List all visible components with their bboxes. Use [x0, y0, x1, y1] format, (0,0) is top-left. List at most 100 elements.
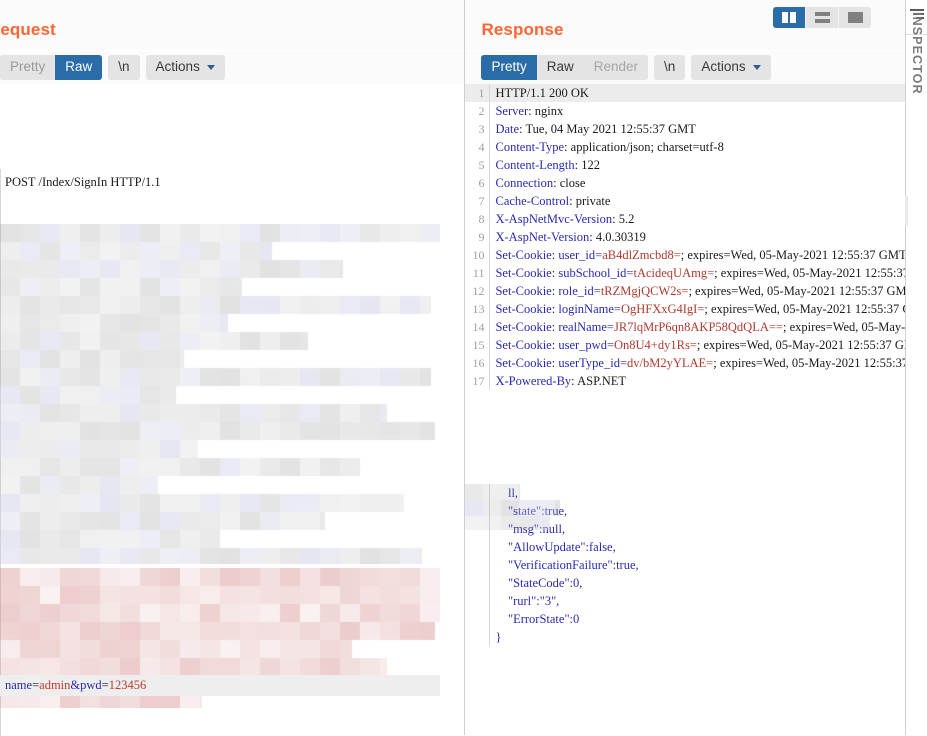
header-name: Set-Cookie	[495, 302, 552, 316]
line-number: 3	[478, 122, 485, 136]
header-name: Set-Cookie	[495, 266, 552, 280]
header-text: Content-Type: application/json; charset=…	[490, 138, 723, 156]
cookie-attributes: ; expires=Wed, 05-May-2021 12:55:37 GMT;	[688, 284, 905, 298]
json-gutter	[465, 556, 489, 574]
response-actions-label: Actions	[701, 59, 746, 74]
line-number: 17	[472, 374, 485, 388]
cookie-attributes: ; expires=Wed, 05-May-2021 12:55:37	[714, 266, 905, 280]
header-value: 5.2	[615, 212, 635, 226]
response-header-line: 10 Set-Cookie: user_id=aB4dlZmcbd8=; expi…	[465, 246, 905, 264]
request-actions-button[interactable]: Actions	[145, 55, 225, 80]
param-amp: &	[70, 678, 81, 692]
redacted-request-headers-lower	[0, 532, 440, 736]
request-actions-label: Actions	[155, 59, 200, 74]
response-header-line: 11 Set-Cookie: subSchool_id=tAcideqUAmg=;…	[465, 264, 905, 282]
json-text: "rurl":"3",	[495, 594, 560, 608]
response-topbar: Response	[465, 0, 905, 51]
response-header-line: 16 Set-Cookie: userType_id=dv/bM2yYLAE=; …	[465, 354, 905, 372]
header-name: Date	[495, 122, 520, 136]
cookie-value: JR7lqMrP6qn8AKP58QdQLA==	[613, 320, 783, 334]
json-text: "StateCode":0,	[495, 576, 583, 590]
request-title: Request	[0, 20, 56, 39]
header-name: X-AspNetMvc-Version	[495, 212, 613, 226]
inspector-rail[interactable]: INSPECTOR	[905, 0, 927, 735]
request-tab-pretty[interactable]: Pretty	[0, 55, 56, 80]
request-tab-raw[interactable]: Raw	[55, 55, 103, 80]
header-text: X-AspNet-Version: 4.0.30319	[490, 228, 645, 246]
response-header-line: 3 Date: Tue, 04 May 2021 12:55:37 GMT	[465, 120, 905, 138]
header-text: Connection: close	[490, 174, 585, 192]
param-pwd-key: pwd	[80, 678, 102, 692]
header-name: Content-Length	[495, 158, 575, 172]
request-body-editor[interactable]: POST /Index/SignIn HTTP/1.1 name=admin&p…	[0, 84, 465, 736]
header-text: Cache-Control: private	[490, 192, 610, 210]
response-header-line: 13 Set-Cookie: loginName=OgHFXxG4IgI=; ex…	[465, 300, 905, 318]
response-header-line: 8 X-AspNetMvc-Version: 5.2	[465, 210, 905, 228]
response-tab-pretty[interactable]: Pretty	[481, 55, 537, 80]
cookie-value: On8U4+dy1Rs=	[614, 338, 697, 352]
request-tabstrip: Pretty Raw \n Actions	[0, 51, 465, 84]
response-json-line: "VerificationFailure":true,	[465, 556, 905, 574]
header-value: 4.0.30319	[592, 230, 646, 244]
header-text: Date: Tue, 04 May 2021 12:55:37 GMT	[490, 120, 695, 138]
cookie-value: tRZMgjQCW2s=	[600, 284, 689, 298]
response-tab-render[interactable]: Render	[583, 55, 649, 80]
json-gutter	[465, 574, 489, 592]
param-eq-2: =	[101, 678, 109, 692]
header-value: 122	[578, 158, 600, 172]
line-number: 16	[472, 356, 485, 370]
header-name: Connection	[495, 176, 554, 190]
header-name: Set-Cookie	[495, 248, 552, 262]
side-by-side-view-button[interactable]	[773, 7, 806, 28]
cookie-name: loginName=	[555, 302, 621, 316]
split-columns-icon	[782, 12, 796, 23]
response-view-mode-group: Pretty Raw Render	[481, 55, 649, 80]
response-tabstrip: Pretty Raw Render \n Actions	[465, 51, 905, 84]
line-number: 6	[478, 176, 485, 190]
json-text: "VerificationFailure":true,	[495, 558, 639, 572]
json-text: "ErrorState":0	[495, 612, 580, 626]
response-header-line: 4 Content-Type: application/json; charset…	[465, 138, 905, 156]
param-name-key: name	[5, 678, 33, 692]
single-pane-icon	[847, 12, 863, 23]
request-body-params: name=admin&pwd=123456	[0, 675, 440, 696]
response-header-line: 12 Set-Cookie: role_id=tRZMgjQCW2s=; expi…	[465, 282, 905, 300]
cookie-value: dv/bM2yYLAE=	[627, 356, 714, 370]
request-newline-button[interactable]: \n	[108, 55, 140, 80]
header-text: Content-Length: 122	[490, 156, 600, 174]
header-name: X-Powered-By	[495, 374, 572, 388]
response-tab-raw[interactable]: Raw	[536, 55, 584, 80]
json-text: "AllowUpdate":false,	[495, 540, 616, 554]
inspector-tab-marker	[905, 196, 908, 226]
inspector-label: INSPECTOR	[910, 12, 924, 95]
response-header-line: 6 Connection: close	[465, 174, 905, 192]
json-gutter	[465, 592, 489, 610]
request-view-mode-group: Pretty Raw	[0, 55, 103, 80]
cookie-value: aB4dlZmcbd8=	[602, 248, 681, 262]
layout-toggle-group	[773, 7, 871, 28]
cookie-name: role_id=	[555, 284, 601, 298]
header-name: Set-Cookie	[495, 284, 552, 298]
header-text: HTTP/1.1 200 OK	[495, 86, 589, 100]
header-text: Set-Cookie: role_id=tRZMgjQCW2s=; expire…	[490, 282, 905, 300]
line-number: 8	[478, 212, 485, 226]
response-actions-button[interactable]: Actions	[691, 55, 771, 80]
line-number: 2	[478, 104, 485, 118]
cookie-name: user_pwd=	[555, 338, 614, 352]
response-header-line: 9 X-AspNet-Version: 4.0.30319	[465, 228, 905, 246]
param-pwd-value: 123456	[108, 678, 147, 692]
line-number: 14	[472, 320, 485, 334]
cookie-attributes: ; expires=Wed, 05-May-2021 12:55:37 G	[713, 356, 905, 370]
param-name-value: admin	[39, 678, 71, 692]
single-view-button[interactable]	[839, 7, 871, 28]
response-newline-button[interactable]: \n	[654, 55, 686, 80]
stacked-view-button[interactable]	[806, 7, 839, 28]
header-name: Set-Cookie	[495, 356, 552, 370]
header-name: Set-Cookie	[495, 320, 552, 334]
request-topbar: Request	[0, 0, 465, 51]
response-json-line: "AllowUpdate":false,	[465, 538, 905, 556]
header-value: private	[572, 194, 611, 208]
response-body-viewer[interactable]: 1 HTTP/1.1 200 OK 2 Server: nginx 3 Date: Tue…	[465, 84, 905, 736]
header-text: X-AspNetMvc-Version: 5.2	[490, 210, 634, 228]
line-number: 15	[472, 338, 485, 352]
